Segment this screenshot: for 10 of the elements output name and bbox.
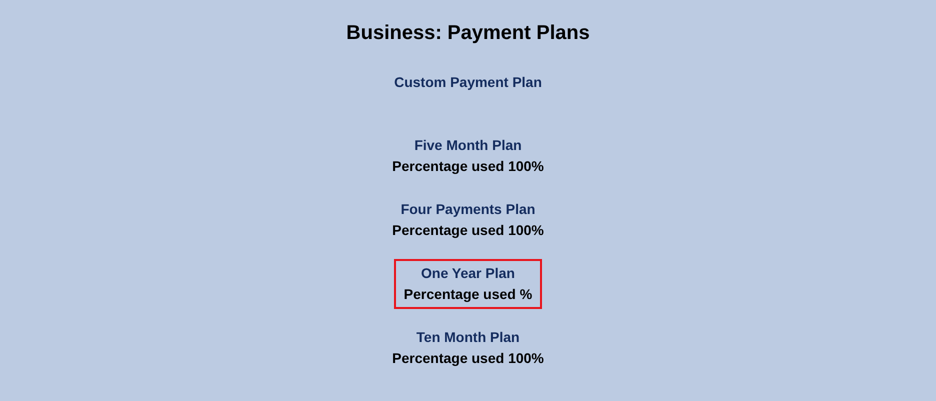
- plan-link[interactable]: Ten Month Plan: [416, 327, 520, 348]
- usage-text: Percentage used 100%: [392, 349, 544, 368]
- page-title: Business: Payment Plans: [346, 21, 590, 46]
- custom-plan-link[interactable]: Custom Payment Plan: [394, 72, 542, 93]
- plan-link[interactable]: Five Month Plan: [414, 135, 522, 156]
- plan-link[interactable]: Four Payments Plan: [400, 199, 536, 220]
- plan-link[interactable]: One Year Plan: [421, 263, 515, 284]
- usage-text: Percentage used %: [404, 285, 532, 304]
- usage-text: Percentage used 100%: [392, 157, 544, 176]
- usage-text: Percentage used 100%: [392, 221, 544, 240]
